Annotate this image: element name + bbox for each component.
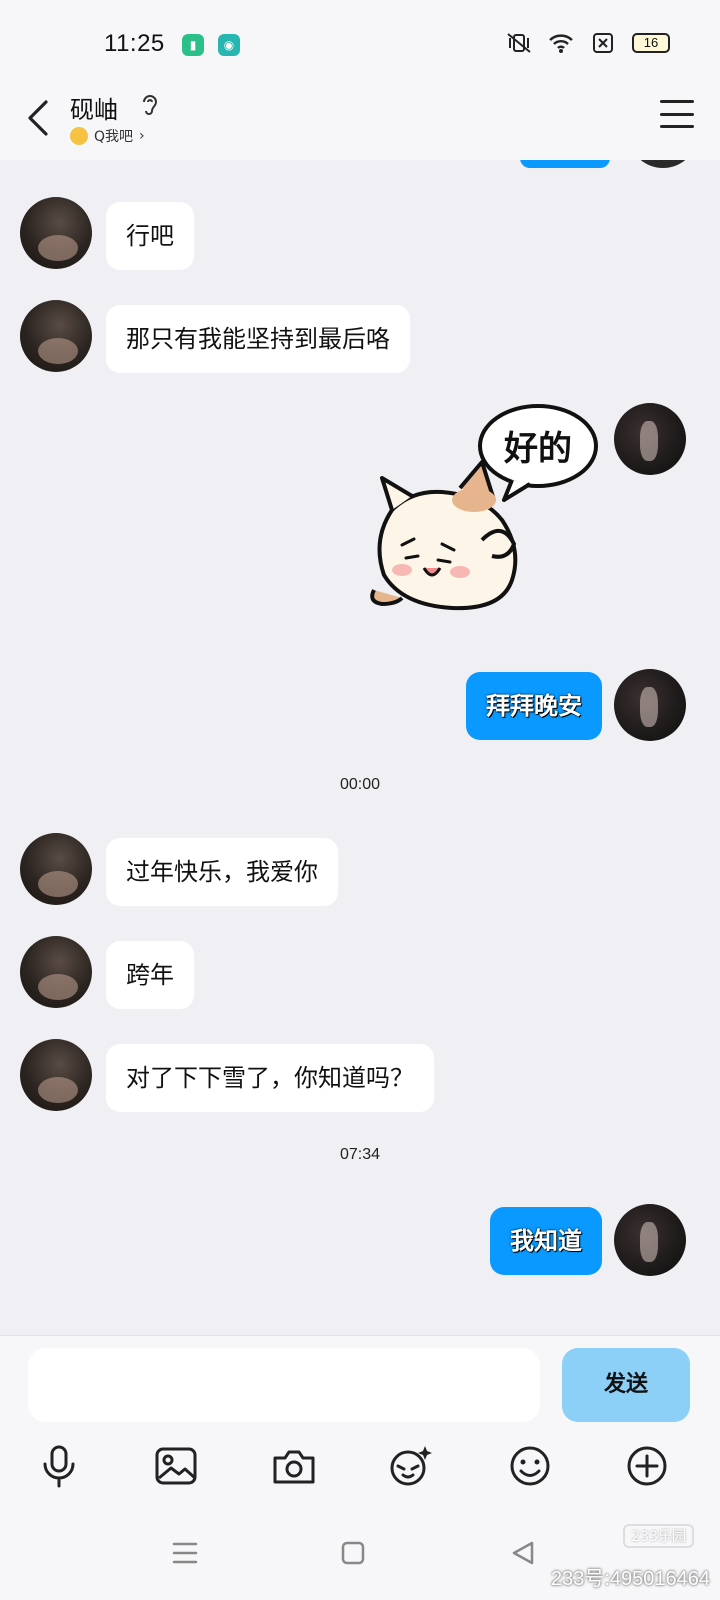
message-timestamp: 00:00 <box>339 776 381 793</box>
message-composer: 发送 <box>0 1335 720 1430</box>
microphone-icon[interactable] <box>33 1440 85 1492</box>
contact-avatar[interactable] <box>20 936 92 1008</box>
previous-message-bubble <box>520 160 610 168</box>
watermark-logo: 233乐园 <box>623 1524 694 1548</box>
recent-apps-icon[interactable] <box>168 1536 202 1570</box>
contact-status[interactable]: Q我吧 › <box>70 126 145 146</box>
my-avatar[interactable] <box>614 1204 686 1276</box>
wifi-icon <box>548 32 574 54</box>
contact-avatar[interactable] <box>20 833 92 905</box>
status-emoji-icon <box>70 127 88 145</box>
ear-icon[interactable] <box>140 92 160 123</box>
vibrate-off-icon <box>506 32 532 54</box>
status-icons: 16 <box>506 32 670 54</box>
previous-avatar <box>628 160 698 168</box>
my-avatar[interactable] <box>614 403 686 475</box>
cat-sticker[interactable]: 好的 <box>362 400 602 620</box>
back-icon[interactable] <box>24 96 54 140</box>
app-notification-icon: ◉ <box>218 34 240 56</box>
my-avatar[interactable] <box>614 669 686 741</box>
message-bubble-incoming[interactable]: 行吧 <box>106 202 194 270</box>
contact-name[interactable]: 砚岫 <box>70 90 118 125</box>
message-bubble-outgoing[interactable]: 拜拜晚安 <box>466 672 602 740</box>
status-bar: 11:25 ▮ ◉ 16 <box>0 0 720 88</box>
status-time: 11:25 <box>104 30 165 57</box>
message-bubble-incoming[interactable]: 跨年 <box>106 941 194 1009</box>
status-text: Q我吧 <box>94 129 134 145</box>
no-sim-icon <box>590 32 616 54</box>
chat-area[interactable]: 行吧 那只有我能坚持到最后咯 好的 拜拜晚安 00:00 过年快乐，我爱你 跨年… <box>0 160 720 1335</box>
back-nav-icon[interactable] <box>506 1536 540 1570</box>
message-timestamp: 07:34 <box>339 1146 381 1163</box>
send-button[interactable]: 发送 <box>562 1348 690 1422</box>
image-icon[interactable] <box>150 1440 202 1492</box>
watermark-text: 233号:495016464 <box>550 1568 710 1590</box>
contact-avatar[interactable] <box>20 300 92 372</box>
message-bubble-incoming[interactable]: 那只有我能坚持到最后咯 <box>106 305 410 373</box>
plus-icon[interactable] <box>621 1440 673 1492</box>
chat-header: 砚岫 Q我吧 › <box>0 88 720 160</box>
sticker-text: 好的 <box>503 429 572 469</box>
home-icon[interactable] <box>336 1536 370 1570</box>
chevron-right-icon: › <box>139 128 145 144</box>
emoji-icon[interactable] <box>504 1440 556 1492</box>
message-bubble-incoming[interactable]: 过年快乐，我爱你 <box>106 838 338 906</box>
composer-toolbar <box>0 1430 720 1508</box>
contact-avatar[interactable] <box>20 197 92 269</box>
camera-icon[interactable] <box>268 1440 320 1492</box>
battery-saver-icon: ▮ <box>182 34 204 56</box>
contact-avatar[interactable] <box>20 1039 92 1111</box>
message-bubble-outgoing[interactable]: 我知道 <box>490 1207 602 1275</box>
system-nav-bar: 233乐园 233号:495016464 <box>0 1508 720 1600</box>
menu-icon[interactable] <box>660 100 694 128</box>
message-input[interactable] <box>28 1348 540 1422</box>
battery-icon: 16 <box>632 33 670 53</box>
sticker-search-icon[interactable] <box>384 1440 436 1492</box>
message-bubble-incoming[interactable]: 对了下下雪了，你知道吗？ <box>106 1044 434 1112</box>
